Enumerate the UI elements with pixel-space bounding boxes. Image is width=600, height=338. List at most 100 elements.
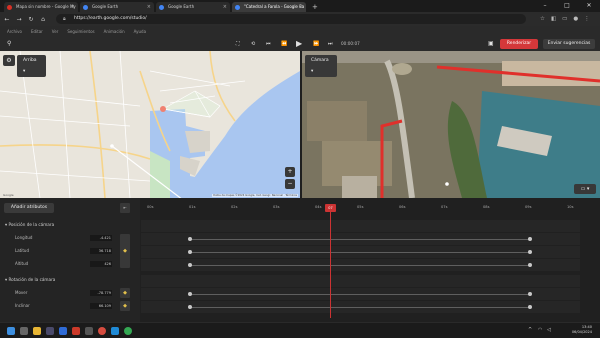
file-explorer-icon[interactable]: [33, 327, 41, 335]
app-menu-bar: Archivo Editar Ver Seguimientos Animació…: [0, 26, 600, 37]
close-tab-icon[interactable]: ×: [147, 2, 151, 12]
search-icon[interactable]: ⚲: [7, 37, 11, 51]
app-icon[interactable]: [111, 327, 119, 335]
app-icon[interactable]: [46, 327, 54, 335]
ruler-tick: 08s: [483, 205, 490, 209]
app-icon[interactable]: [59, 327, 67, 335]
menu-animation[interactable]: Animación: [104, 29, 125, 34]
menu-view[interactable]: Ver: [52, 29, 59, 34]
menu-help[interactable]: Ayuda: [134, 29, 146, 34]
close-tab-icon[interactable]: ×: [223, 2, 227, 12]
keyframe[interactable]: [188, 305, 192, 309]
keyframe-diamond-icon[interactable]: ◆: [120, 288, 130, 298]
url-text: https://earth.google.com/studio/: [74, 16, 147, 21]
property-label: Altitud: [15, 261, 29, 266]
search-taskbar-icon[interactable]: [20, 327, 28, 335]
keyframe[interactable]: [188, 237, 192, 241]
send-feedback-button[interactable]: Enviar sugerencias: [543, 39, 595, 49]
tab-title: Google Earth: [168, 4, 195, 9]
windows-start-icon[interactable]: [7, 327, 15, 335]
settings-gear-icon[interactable]: ⚙: [3, 55, 15, 66]
menu-file[interactable]: Archivo: [7, 29, 22, 34]
section-title[interactable]: ▾ Rotación de la cámara: [5, 277, 55, 282]
clock[interactable]: 13:40 06/04/2024: [572, 325, 592, 335]
zoom-out-button[interactable]: −: [285, 179, 295, 189]
profile-icon[interactable]: ●: [573, 16, 578, 22]
ruler-tick: 04s: [315, 205, 322, 209]
camera-dropdown[interactable]: Cámara ▾: [305, 55, 337, 77]
wifi-icon[interactable]: ◠: [538, 327, 542, 333]
keyframe[interactable]: [188, 250, 192, 254]
reload-icon[interactable]: ↻: [26, 16, 36, 23]
split-view-icon[interactable]: ▭: [562, 16, 567, 22]
keyframe[interactable]: [528, 237, 532, 241]
menu-icon[interactable]: ⋮: [584, 16, 590, 22]
pan-field[interactable]: -78.779: [90, 290, 112, 296]
browser-tab[interactable]: Mapa sin nombre - Google My ×: [4, 2, 78, 12]
menu-edit[interactable]: Editar: [31, 29, 43, 34]
latitude-field[interactable]: 36.718: [90, 248, 112, 254]
keyframe[interactable]: [528, 263, 532, 267]
clock-date: 06/04/2024: [571, 330, 592, 334]
playhead-line[interactable]: [330, 212, 331, 318]
section-title[interactable]: ▾ Posición de la cámara: [5, 222, 54, 227]
app-icon[interactable]: [85, 327, 93, 335]
browser-tab-active[interactable]: "Catedral a Farola - Google Ea ×: [232, 2, 306, 12]
altitude-field[interactable]: 426: [90, 261, 112, 267]
chevron-down-icon: ▾: [23, 69, 26, 74]
play-icon[interactable]: ▶: [296, 37, 302, 51]
close-tab-icon[interactable]: ×: [71, 2, 75, 12]
earth-favicon-icon: [159, 4, 164, 10]
zoom-in-button[interactable]: +: [285, 167, 295, 177]
menu-tracking[interactable]: Seguimientos: [67, 29, 94, 34]
section-title-text: Posición de la cámara: [8, 222, 55, 227]
timeline-ruler[interactable]: 00s 01s 02s 03s 04s 05s 06s 07s 08s 09s …: [140, 203, 580, 213]
fullscreen-icon[interactable]: ⛶: [236, 37, 240, 51]
browser-tab[interactable]: Google Earth ×: [80, 2, 154, 12]
forward-icon[interactable]: →: [14, 16, 24, 23]
step-forward-icon[interactable]: ⏩: [313, 37, 319, 51]
view-dropdown[interactable]: Arriba ▾: [17, 55, 46, 77]
playhead-marker[interactable]: 07: [325, 204, 336, 212]
layers-button[interactable]: ▭ ▾: [574, 184, 596, 194]
maximize-button[interactable]: □: [556, 0, 578, 12]
layers-icon: ▭ ▾: [580, 186, 590, 192]
back-icon[interactable]: ←: [2, 16, 12, 23]
keyframe[interactable]: [188, 292, 192, 296]
star-icon[interactable]: ☆: [540, 16, 545, 22]
minimize-button[interactable]: –: [534, 0, 556, 12]
tilt-field[interactable]: 66.109: [90, 303, 112, 309]
volume-icon[interactable]: ◁: [547, 327, 551, 333]
keyframe[interactable]: [528, 305, 532, 309]
extensions-icon[interactable]: ◧: [551, 16, 556, 22]
close-window-button[interactable]: ✕: [578, 0, 600, 12]
cathedral-roof: [342, 176, 377, 198]
tray-chevron-icon[interactable]: ^: [528, 327, 532, 333]
satellite-view[interactable]: Cámara ▾ ▭ ▾: [302, 51, 600, 198]
collapse-icon[interactable]: ⇤: [120, 203, 130, 213]
keyframe[interactable]: [528, 292, 532, 296]
browser-tab[interactable]: Google Earth ×: [156, 2, 230, 12]
home-icon[interactable]: ⌂: [38, 16, 48, 23]
step-back-icon[interactable]: ⏪: [281, 37, 287, 51]
loop-icon[interactable]: ⟲: [251, 37, 255, 51]
render-button[interactable]: Renderizar: [500, 39, 538, 49]
new-tab-button[interactable]: +: [308, 2, 322, 12]
longitude-field[interactable]: -4.421: [90, 235, 112, 241]
chrome-icon[interactable]: [124, 327, 132, 335]
map-view[interactable]: ⚙ Arriba ▾ + − Datos de mapas ©2024 Goog…: [0, 51, 300, 198]
skip-end-icon[interactable]: ⏭: [328, 37, 333, 51]
tab-title: Mapa sin nombre - Google My: [16, 4, 76, 9]
skip-start-icon[interactable]: ⏮: [266, 37, 271, 51]
close-tab-icon[interactable]: ×: [299, 2, 303, 12]
keyframe[interactable]: [528, 250, 532, 254]
add-attributes-button[interactable]: Añadir atributos: [4, 203, 54, 213]
app-icon[interactable]: [72, 327, 80, 335]
keyframe-diamond-icon[interactable]: ◆: [120, 234, 130, 268]
url-field[interactable]: 🔒︎ https://earth.google.com/studio/: [56, 14, 526, 24]
lock-icon: 🔒︎: [63, 16, 66, 22]
keyframe[interactable]: [188, 263, 192, 267]
snapshot-icon[interactable]: ▣: [488, 37, 494, 51]
app-icon[interactable]: [98, 327, 106, 335]
keyframe-diamond-icon[interactable]: ◆: [120, 301, 130, 311]
